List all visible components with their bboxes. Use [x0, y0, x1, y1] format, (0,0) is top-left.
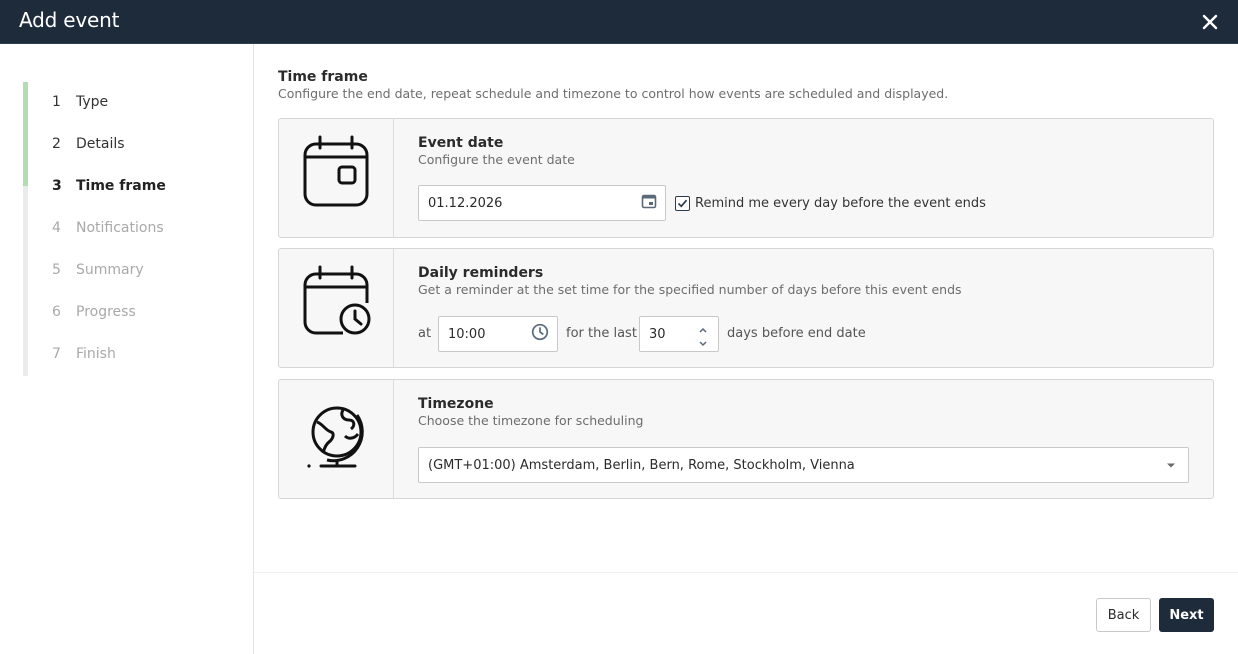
stepper-down-icon[interactable]	[698, 337, 708, 352]
step-label: Details	[76, 136, 125, 152]
step-label: Type	[76, 94, 109, 110]
card-subtitle: Configure the event date	[418, 152, 575, 167]
step-number: 5	[52, 262, 61, 278]
card-subtitle: Choose the timezone for scheduling	[418, 413, 644, 428]
wizard-sidebar: 1 Type 2 Details 3 Time frame 4 Notifica…	[0, 44, 254, 654]
stepper-up-icon[interactable]	[698, 323, 708, 338]
timezone-card: Timezone Choose the timezone for schedul…	[278, 379, 1214, 499]
card-icon-cell	[279, 380, 394, 498]
step-finish[interactable]: 7 Finish	[52, 342, 116, 366]
step-summary[interactable]: 5 Summary	[52, 258, 144, 282]
back-button[interactable]: Back	[1096, 598, 1151, 632]
card-icon-cell	[279, 249, 394, 367]
section-subtitle: Configure the end date, repeat schedule …	[278, 86, 949, 101]
step-details[interactable]: 2 Details	[52, 132, 125, 156]
timezone-select[interactable]: (GMT+01:00) Amsterdam, Berlin, Bern, Rom…	[418, 447, 1189, 483]
reminder-time-input[interactable]: 10:00	[438, 316, 558, 352]
globe-icon	[307, 406, 364, 468]
step-number: 1	[52, 94, 61, 110]
step-number: 4	[52, 220, 61, 236]
card-subtitle: Get a reminder at the set time for the s…	[418, 282, 962, 297]
close-icon[interactable]	[1196, 8, 1224, 36]
step-number: 6	[52, 304, 61, 320]
calendar-picker-icon[interactable]	[641, 193, 657, 213]
main-content: Time frame Configure the end date, repea…	[254, 44, 1238, 654]
dialog-header: Add event	[0, 0, 1238, 44]
timezone-selected-value: (GMT+01:00) Amsterdam, Berlin, Bern, Rom…	[428, 457, 855, 473]
step-time-frame[interactable]: 3 Time frame	[52, 174, 166, 198]
step-type[interactable]: 1 Type	[52, 90, 108, 114]
step-number: 3	[52, 178, 62, 194]
step-label: Summary	[76, 262, 144, 278]
steps-progress-bar	[23, 82, 28, 186]
step-progress[interactable]: 6 Progress	[52, 300, 136, 324]
clock-icon[interactable]	[531, 323, 549, 345]
section-title: Time frame	[278, 69, 368, 85]
step-number: 2	[52, 136, 61, 152]
card-title: Daily reminders	[418, 265, 544, 281]
step-label: Time frame	[76, 178, 166, 194]
step-notifications[interactable]: 4 Notifications	[52, 216, 164, 240]
days-before-label: days before end date	[727, 326, 866, 341]
card-icon-cell	[279, 119, 394, 237]
daily-reminders-card: Daily reminders Get a reminder at the se…	[278, 248, 1214, 368]
event-date-card: Event date Configure the event date 01.1…	[278, 118, 1214, 238]
chevron-down-icon[interactable]	[1166, 458, 1176, 473]
remind-checkbox-label[interactable]: Remind me every day before the event end…	[695, 196, 986, 211]
for-the-last-label: for the last	[566, 326, 637, 341]
footer-divider	[254, 572, 1238, 573]
card-title: Timezone	[418, 396, 494, 412]
reminder-time-value: 10:00	[448, 326, 486, 342]
calendar-icon	[303, 135, 369, 207]
step-label: Progress	[76, 304, 136, 320]
next-button[interactable]: Next	[1159, 598, 1214, 632]
days-count-stepper[interactable]: 30	[639, 316, 719, 352]
step-label: Notifications	[76, 220, 164, 236]
dialog-title: Add event	[19, 8, 120, 32]
remind-checkbox[interactable]	[675, 196, 690, 211]
event-date-input[interactable]: 01.12.2026	[418, 185, 666, 221]
card-title: Event date	[418, 135, 504, 151]
days-count-value: 30	[649, 326, 666, 342]
step-number: 7	[52, 346, 61, 362]
calendar-clock-icon	[303, 265, 371, 335]
event-date-value: 01.12.2026	[428, 195, 503, 211]
step-label: Finish	[76, 346, 116, 362]
at-label: at	[418, 326, 432, 341]
